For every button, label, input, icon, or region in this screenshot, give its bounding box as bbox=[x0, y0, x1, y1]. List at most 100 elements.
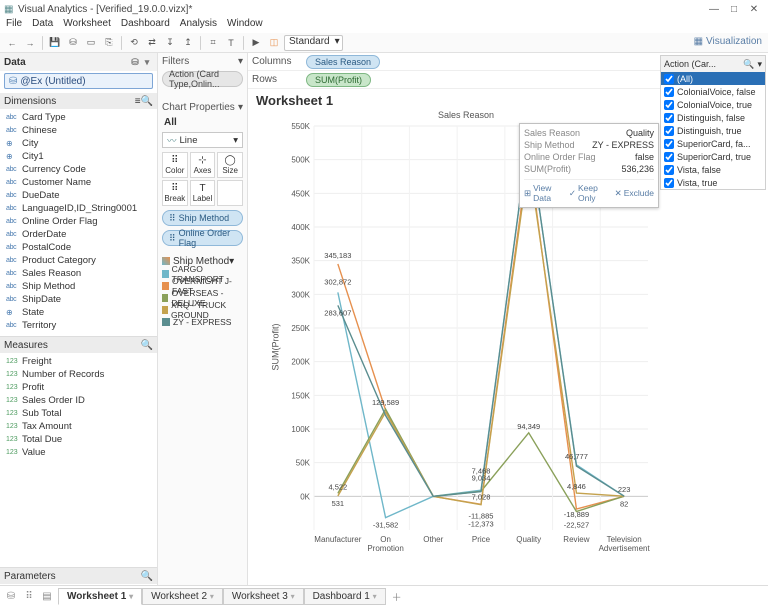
filter-checkbox[interactable] bbox=[664, 178, 674, 188]
filter-checkbox[interactable] bbox=[664, 139, 674, 149]
measure-field[interactable]: 123Tax Amount bbox=[4, 420, 157, 433]
group-icon[interactable]: ⌗ bbox=[205, 35, 221, 51]
sheet-tab[interactable]: Worksheet 3 ▾ bbox=[223, 588, 304, 605]
filter-item[interactable]: SuperiorCard, true bbox=[661, 150, 765, 163]
measure-field[interactable]: 123Total Due bbox=[4, 433, 157, 446]
datasource-pill[interactable]: ⛁ @Ex (Untitled) bbox=[4, 73, 153, 89]
fit-select[interactable]: Standard ▾ bbox=[284, 35, 343, 51]
dimension-field[interactable]: abcShip Method bbox=[4, 280, 157, 293]
tooltip-exclude[interactable]: ✕ Exclude bbox=[615, 183, 654, 203]
search-icon[interactable]: 🔍 bbox=[141, 340, 153, 351]
dimension-field[interactable]: abcCard Type bbox=[4, 111, 157, 124]
sort-desc-icon[interactable]: ↥ bbox=[180, 35, 196, 51]
mark-card-size[interactable]: ◯Size bbox=[217, 152, 243, 178]
filter-checkbox[interactable] bbox=[664, 87, 674, 97]
cp-menu-icon[interactable]: ▾ bbox=[238, 102, 243, 113]
presentation-icon[interactable]: ▶ bbox=[248, 35, 264, 51]
filter-pill[interactable]: Action (Card Type,Onlin... bbox=[162, 71, 243, 87]
minimize-button[interactable]: — bbox=[704, 4, 724, 15]
break-shelf-pill[interactable]: ⠿Online Order Flag bbox=[162, 230, 243, 246]
rows-pill[interactable]: SUM(Profit) bbox=[306, 73, 371, 87]
measure-field[interactable]: 123Sub Total bbox=[4, 407, 157, 420]
dimension-field[interactable]: abcChinese bbox=[4, 124, 157, 137]
connect-icon[interactable]: ⛁ bbox=[129, 57, 141, 68]
filter-item[interactable]: ColonialVoice, true bbox=[661, 98, 765, 111]
mark-card-label[interactable]: TLabel bbox=[190, 180, 216, 206]
filter-item[interactable]: Vista, false bbox=[661, 163, 765, 176]
measure-field[interactable]: 123Profit bbox=[4, 381, 157, 394]
sheet-tab[interactable]: Dashboard 1 ▾ bbox=[304, 588, 386, 605]
legend-item[interactable]: XRQ - TRUCK GROUND bbox=[162, 304, 243, 316]
menu-worksheet[interactable]: Worksheet bbox=[63, 18, 111, 33]
dimension-field[interactable]: ⊕State bbox=[4, 306, 157, 319]
dimension-field[interactable]: abcCurrency Code bbox=[4, 163, 157, 176]
filter-checkbox[interactable] bbox=[664, 165, 674, 175]
filter-checkbox[interactable] bbox=[664, 152, 674, 162]
filter-checkbox[interactable] bbox=[664, 100, 674, 110]
mark-card-axes[interactable]: ⊹Axes bbox=[190, 152, 216, 178]
filter-item[interactable]: Distinguish, false bbox=[661, 111, 765, 124]
dimension-field[interactable]: abcTerritory bbox=[4, 319, 157, 332]
worksheet-title[interactable]: Worksheet 1 bbox=[248, 89, 660, 108]
mark-card-color[interactable]: ⠿Color bbox=[162, 152, 188, 178]
measure-field[interactable]: 123Value bbox=[4, 446, 157, 459]
dimension-field[interactable]: abcSales Reason bbox=[4, 267, 157, 280]
dimension-field[interactable]: abcShipDate bbox=[4, 293, 157, 306]
filter-item[interactable]: Distinguish, true bbox=[661, 124, 765, 137]
filter-checkbox[interactable] bbox=[664, 126, 674, 136]
dimension-field[interactable]: abcOnline Order Flag bbox=[4, 215, 157, 228]
dimension-field[interactable]: ⊕City1 bbox=[4, 150, 157, 163]
menu-analysis[interactable]: Analysis bbox=[180, 18, 217, 33]
close-button[interactable]: ✕ bbox=[744, 4, 764, 15]
filters-menu-icon[interactable]: ▾ bbox=[238, 56, 243, 67]
filter-checkbox[interactable] bbox=[664, 74, 674, 84]
forward-icon[interactable]: → bbox=[22, 35, 38, 51]
save-icon[interactable]: 💾 bbox=[47, 35, 63, 51]
sheet-tab[interactable]: Worksheet 2 ▾ bbox=[142, 588, 223, 605]
menu-file[interactable]: File bbox=[6, 18, 22, 33]
new-datasource-icon[interactable]: ⛁ bbox=[65, 35, 81, 51]
search-icon[interactable]: 🔍 bbox=[141, 96, 153, 107]
back-icon[interactable]: ← bbox=[4, 35, 20, 51]
quick-filter-search-icon[interactable]: 🔍 bbox=[743, 59, 754, 70]
menu-data[interactable]: Data bbox=[32, 18, 53, 33]
columns-pill[interactable]: Sales Reason bbox=[306, 55, 380, 69]
filter-checkbox[interactable] bbox=[664, 113, 674, 123]
maximize-button[interactable]: □ bbox=[724, 4, 744, 15]
search-icon[interactable]: 🔍 bbox=[141, 571, 153, 582]
clear-icon[interactable]: ⟲ bbox=[126, 35, 142, 51]
show-labels-icon[interactable]: T bbox=[223, 35, 239, 51]
dimension-field[interactable]: abcOrderDate bbox=[4, 228, 157, 241]
filter-item[interactable]: ColonialVoice, false bbox=[661, 85, 765, 98]
pane-menu-icon[interactable]: ▾ bbox=[141, 57, 153, 68]
filter-item[interactable]: SuperiorCard, fa... bbox=[661, 137, 765, 150]
new-worksheet-icon[interactable]: ＋ bbox=[390, 589, 404, 604]
menu-dashboard[interactable]: Dashboard bbox=[121, 18, 170, 33]
dimension-field[interactable]: ⊕City bbox=[4, 137, 157, 150]
quick-filter-menu-icon[interactable]: ▾ bbox=[757, 59, 762, 70]
dimension-field[interactable]: abcPostalCode bbox=[4, 241, 157, 254]
fit-icon[interactable]: ◫ bbox=[266, 35, 282, 51]
tooltip-keep-only[interactable]: ✓ Keep Only bbox=[569, 183, 609, 203]
measure-field[interactable]: 123Number of Records bbox=[4, 368, 157, 381]
filter-item[interactable]: (All) bbox=[661, 72, 765, 85]
swap-icon[interactable]: ⇄ bbox=[144, 35, 160, 51]
tooltip-view-data[interactable]: ⊞ View Data bbox=[524, 183, 563, 203]
datasource-tab-icon[interactable]: ⛁ bbox=[4, 591, 18, 602]
show-sheets-icon[interactable]: ▤ bbox=[40, 591, 54, 602]
color-shelf-pill[interactable]: ⠿Ship Method bbox=[162, 210, 243, 226]
mark-type-select[interactable]: 〰Line▾ bbox=[162, 132, 243, 148]
dimension-field[interactable]: abcDueDate bbox=[4, 189, 157, 202]
measure-field[interactable]: 123Sales Order ID bbox=[4, 394, 157, 407]
new-sheet-icon[interactable]: ▭ bbox=[83, 35, 99, 51]
menu-window[interactable]: Window bbox=[227, 18, 263, 33]
sheet-tab[interactable]: Worksheet 1 ▾ bbox=[58, 588, 142, 605]
duplicate-icon[interactable]: ⎘ bbox=[101, 35, 117, 51]
mark-card-break[interactable]: ⠿Break bbox=[162, 180, 188, 206]
sort-asc-icon[interactable]: ↧ bbox=[162, 35, 178, 51]
legend-item[interactable]: ZY - EXPRESS bbox=[162, 316, 243, 328]
measure-field[interactable]: 123Freight bbox=[4, 355, 157, 368]
dimension-field[interactable]: abcCustomer Name bbox=[4, 176, 157, 189]
filter-item[interactable]: Vista, true bbox=[661, 176, 765, 189]
chart-canvas[interactable]: SUM(Profit) Sales Reason0K50K100K150K200… bbox=[254, 108, 654, 585]
